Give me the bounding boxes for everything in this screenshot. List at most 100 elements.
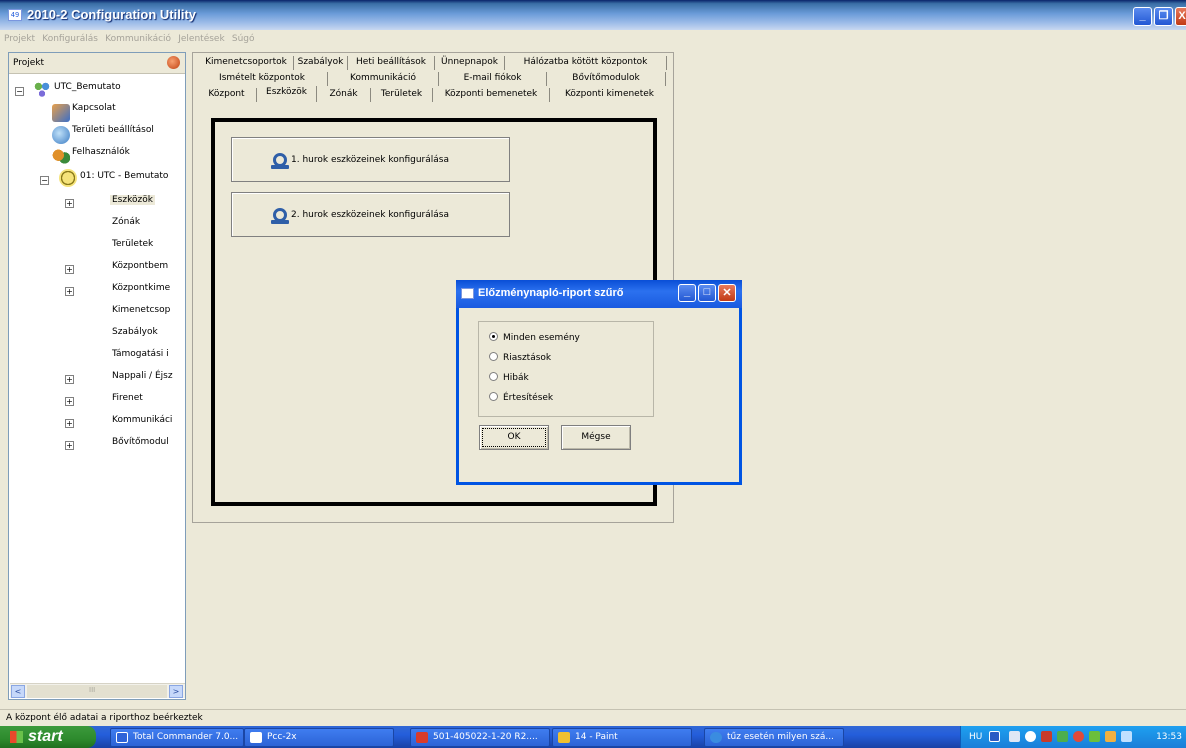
dialog-close-button[interactable]: ✕ [718, 284, 736, 302]
tab-halozatba-kotott[interactable]: Hálózatba kötött központok [505, 56, 667, 70]
tree-expander[interactable]: − [15, 87, 24, 96]
tab-teruletek[interactable]: Területek [371, 88, 433, 102]
radio-minden-esemeny[interactable]: Minden esemény [489, 332, 580, 343]
tab-kimenetcsoportok[interactable]: Kimenetcsoportok [199, 56, 294, 70]
windows-taskbar: start Total Commander 7.0... Pcc-2x 501-… [0, 726, 1186, 748]
radio-label: Riasztások [503, 353, 552, 363]
tree-item-nappali[interactable]: Nappali / Éjsz [112, 371, 173, 381]
update-tray-icon[interactable] [1089, 731, 1100, 742]
taskbar-item-paint[interactable]: 14 - Paint [552, 728, 692, 747]
dialog-minimize-button[interactable]: _ [678, 284, 696, 302]
tree-item-kommunikacio[interactable]: Kommunikáci [112, 415, 172, 425]
shield-tray-icon[interactable] [1105, 731, 1116, 742]
tree-item-kozpontkime[interactable]: Központkime [112, 283, 170, 293]
taskbar-item-pdf[interactable]: 501-405022-1-20 R2.... [410, 728, 550, 747]
tab-szabalyok[interactable]: Szabályok [294, 56, 348, 70]
volume-tray-icon[interactable] [1057, 731, 1068, 742]
tree-expander[interactable]: + [65, 265, 74, 274]
event-filter-group: Minden esemény Riasztások Hibák Értesíté… [478, 321, 654, 417]
tab-bovitomodulok[interactable]: Bővítőmodulok [547, 72, 666, 86]
tab-zonak[interactable]: Zónák [317, 88, 371, 102]
close-button[interactable]: X [1175, 7, 1186, 26]
tab-unnepnapok[interactable]: Ünnepnapok [435, 56, 505, 70]
tree-item-kozpontbem[interactable]: Központbem [112, 261, 168, 271]
dialog-title: Előzménynapló-riport szűrő [478, 287, 624, 299]
radio-button[interactable] [489, 352, 498, 361]
loop-2-config-button[interactable]: 2. hurok eszközeinek konfigurálása [231, 192, 510, 237]
scroll-right-arrow[interactable]: > [169, 685, 183, 698]
menu-kommunikacio[interactable]: Kommunikáció [105, 30, 171, 48]
restore-button[interactable]: ❐ [1154, 7, 1173, 26]
security-tray-icon[interactable] [1041, 731, 1052, 742]
radio-riasztasok[interactable]: Riasztások [489, 352, 551, 363]
tree-expander[interactable]: + [65, 287, 74, 296]
tab-kozponti-kimenetek[interactable]: Központi kimenetek [550, 88, 669, 102]
taskbar-item-pcc2x[interactable]: Pcc-2x [244, 728, 394, 747]
tab-heti-beallitasok[interactable]: Heti beállítások [348, 56, 435, 70]
tree-item-firenet[interactable]: Firenet [112, 393, 143, 403]
tree-expander[interactable]: + [65, 441, 74, 450]
system-tray: HU 13:53 [960, 726, 1186, 748]
radio-button[interactable] [489, 372, 498, 381]
menu-jelentesek[interactable]: Jelentések [178, 30, 224, 48]
tree-item-eszkozok[interactable]: Eszközök [110, 195, 155, 205]
tree-expander[interactable]: − [40, 176, 49, 185]
tree-expander[interactable]: + [65, 199, 74, 208]
dialog-maximize-button[interactable]: □ [698, 284, 716, 302]
back-tray-icon[interactable] [1025, 731, 1036, 742]
taskbar-item-label: Pcc-2x [267, 732, 297, 742]
tree-expander[interactable]: + [65, 375, 74, 384]
tab-kozponti-bemenetek[interactable]: Központi bemenetek [433, 88, 550, 102]
taskbar-item-total-commander[interactable]: Total Commander 7.0... [110, 728, 244, 747]
tree-item-teruleti[interactable]: Területi beállításol [72, 125, 154, 135]
scroll-thumb[interactable]: III [27, 685, 167, 698]
start-button[interactable]: start [0, 726, 96, 748]
tree-expander[interactable]: + [65, 397, 74, 406]
tree-item-kapcsolat[interactable]: Kapcsolat [72, 103, 116, 113]
taskbar-item-label: Total Commander 7.0... [133, 732, 239, 742]
menu-konfiguralas[interactable]: Konfigurálás [42, 30, 98, 48]
radio-button[interactable] [489, 392, 498, 401]
help-tray-icon[interactable] [989, 731, 1000, 742]
scroll-left-arrow[interactable]: < [11, 685, 25, 698]
menu-projekt[interactable]: Projekt [4, 30, 35, 48]
tree-item-project[interactable]: UTC_Bemutato [54, 82, 121, 92]
tree-item-panel[interactable]: 01: UTC - Bemutato [80, 171, 168, 181]
tree-item-felhasznalok[interactable]: Felhasználók [72, 147, 130, 157]
tab-email-fiokok[interactable]: E-mail fiókok [439, 72, 547, 86]
network-tray-icon[interactable] [1009, 731, 1020, 742]
radio-hibak[interactable]: Hibák [489, 372, 529, 383]
tree-item-kimenetcsop[interactable]: Kimenetcsop [112, 305, 170, 315]
tab-row-3: Központ Eszközök Zónák Területek Központ… [197, 86, 673, 102]
cancel-button[interactable]: Mégse [561, 425, 631, 450]
language-indicator[interactable]: HU [969, 726, 982, 748]
taskbar-item-browser[interactable]: tűz esetén milyen szá... [704, 728, 844, 747]
tab-kozpont[interactable]: Központ [197, 88, 257, 102]
radio-ertesitesek[interactable]: Értesítések [489, 392, 553, 403]
loop-1-config-label: 1. hurok eszközeinek konfigurálása [291, 155, 449, 165]
menubar: Projekt Konfigurálás Kommunikáció Jelent… [0, 30, 1186, 48]
paint-icon [558, 732, 570, 743]
panel-2-icon [59, 169, 77, 187]
tree-item-szabalyok[interactable]: Szabályok [112, 327, 158, 337]
antivirus-tray-icon[interactable] [1073, 731, 1084, 742]
radio-label: Hibák [503, 373, 529, 383]
tree-item-bovitomodul[interactable]: Bővítőmodul [112, 437, 169, 447]
tree-item-tamogatasi[interactable]: Támogatási i [112, 349, 169, 359]
connection-icon [52, 104, 70, 122]
tree-expander[interactable]: + [65, 419, 74, 428]
tree-horizontal-scrollbar[interactable]: < III > [10, 683, 185, 698]
tab-eszkozok[interactable]: Eszközök [257, 86, 317, 102]
menu-sugo[interactable]: Súgó [232, 30, 255, 48]
loop-1-config-button[interactable]: 1. hurok eszközeinek konfigurálása [231, 137, 510, 182]
minimize-button[interactable]: _ [1133, 7, 1152, 26]
refresh-icon[interactable] [167, 56, 180, 69]
tree-item-zonak[interactable]: Zónák [112, 217, 140, 227]
tab-ismetelt-kozpontok[interactable]: Ismételt központok [197, 72, 328, 86]
tree-item-teruletek[interactable]: Területek [112, 239, 153, 249]
wifi-tray-icon[interactable] [1121, 731, 1132, 742]
tab-kommunikacio[interactable]: Kommunikáció [328, 72, 439, 86]
radio-button[interactable] [489, 332, 498, 341]
ok-button[interactable]: OK [479, 425, 549, 450]
users-icon [52, 148, 70, 166]
